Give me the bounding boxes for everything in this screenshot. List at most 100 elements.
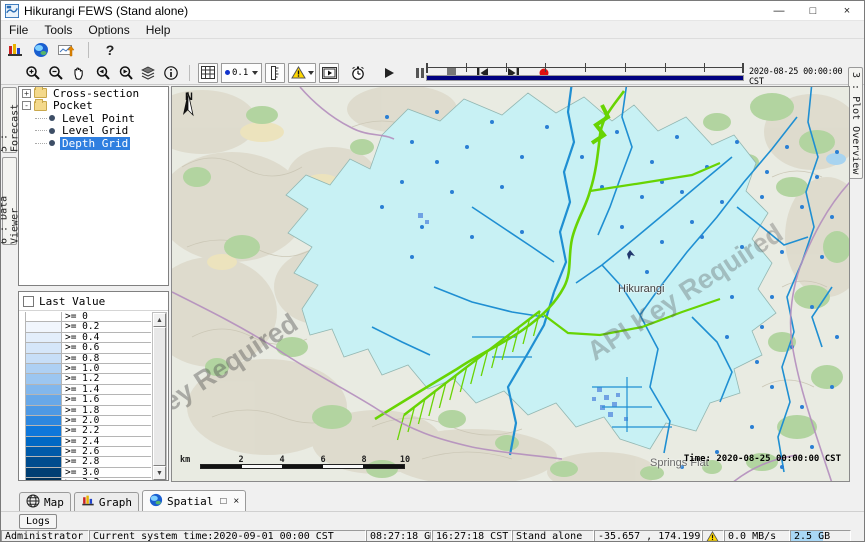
timeline-tick [704, 63, 705, 72]
classbreak-dot-icon [225, 70, 230, 75]
legend-color-swatch [26, 447, 62, 456]
map-graphics [172, 87, 850, 482]
last-value-checkbox[interactable] [23, 296, 34, 307]
maximize-button[interactable]: □ [796, 1, 830, 20]
status-download-rate: 0.0 MB/s [724, 530, 790, 542]
minimize-button[interactable]: — [762, 1, 796, 20]
timeline-tick [625, 63, 626, 72]
play-button[interactable] [379, 63, 399, 83]
legend-color-swatch [26, 406, 62, 415]
database-chart-icon[interactable] [5, 40, 25, 60]
timeline-end-cap [426, 63, 428, 73]
timeline-slider[interactable] [426, 63, 744, 83]
status-coordinates: -35.657 , 174.199 [594, 530, 702, 542]
timeline-range-bar[interactable] [426, 75, 744, 81]
scalebar-toggle-button[interactable] [265, 63, 285, 83]
menu-help[interactable]: Help [138, 23, 179, 37]
legend-label: >= 0 [62, 312, 88, 321]
sidebar-tab-plot-overview[interactable]: 3 : Plot Overview [848, 67, 863, 179]
scrollbar-thumb[interactable] [153, 327, 166, 466]
zoom-previous-button[interactable] [92, 63, 112, 83]
status-text: 16:27:18 CST [436, 531, 508, 542]
timeline-rail[interactable] [426, 63, 744, 73]
tree-item-cross-section[interactable]: +Cross-section [19, 87, 168, 100]
status-text: 08:27:18 GMT [370, 531, 432, 542]
folder-icon [34, 101, 47, 111]
menu-tools[interactable]: Tools [36, 23, 80, 37]
map-canvas[interactable]: API Key Required API Key Required N Hiku… [171, 86, 850, 482]
tree-connector [35, 143, 47, 144]
main-toolbar: ? [1, 39, 864, 61]
status-text: Administrator [5, 531, 83, 542]
tree-item-label: Level Point [60, 112, 137, 125]
layers-icon[interactable] [138, 63, 158, 83]
sidebar-tab-forecast[interactable]: 5 : Forecast [2, 87, 17, 153]
legend-label: >= 0.4 [62, 333, 99, 342]
warning-threshold-dropdown[interactable] [288, 63, 316, 83]
wireframe-globe-icon [26, 494, 40, 511]
status-text: -35.657 , 174.199 [598, 531, 700, 542]
globe-icon [149, 493, 163, 510]
timeline-end-cap [742, 63, 744, 73]
status-gmt-time: 08:27:18 GMT [366, 530, 432, 542]
zoom-in-button[interactable] [23, 63, 43, 83]
tree-item-level-grid[interactable]: Level Grid [19, 125, 168, 138]
legend-label: >= 1.8 [62, 406, 99, 415]
panel-close-icon[interactable]: × [233, 496, 239, 507]
legend-label: >= 0.2 [62, 322, 99, 331]
tree-expander-icon[interactable]: - [22, 101, 31, 110]
legend-label: >= 0.8 [62, 354, 99, 363]
view-tab-label: Spatial [167, 495, 213, 508]
grid-display-button[interactable] [198, 63, 218, 83]
menu-file[interactable]: File [1, 23, 36, 37]
legend-color-swatch [26, 333, 62, 342]
logs-button[interactable]: Logs [19, 514, 57, 529]
legend-label: >= 1.0 [62, 364, 99, 373]
scroll-up-icon[interactable] [153, 313, 166, 327]
menu-bar: FileToolsOptionsHelp [1, 21, 864, 39]
view-tab-label: Graph [99, 496, 132, 509]
pan-hand-icon[interactable] [69, 63, 89, 83]
toolbar-separator [88, 42, 89, 58]
view-tabs: Map Graph Spatial □ × [1, 487, 864, 511]
status-local-time: 16:27:18 CST [432, 530, 512, 542]
legend-color-swatch [26, 343, 62, 352]
classbreaks-dropdown[interactable]: 0.1 [221, 63, 262, 83]
sidebar-tab-data-viewer[interactable]: 6 : Data Viewer [2, 157, 17, 245]
zoom-next-button[interactable] [115, 63, 135, 83]
toolbar-separator [189, 65, 190, 81]
globe-icon[interactable] [31, 40, 51, 60]
close-button[interactable]: × [830, 1, 864, 20]
view-tab-spatial[interactable]: Spatial □ × [142, 490, 246, 511]
menu-options[interactable]: Options [80, 23, 137, 37]
window-title: Hikurangi FEWS (Stand alone) [24, 4, 188, 18]
timeline-tick [466, 63, 467, 72]
timer-icon[interactable] [348, 63, 368, 83]
bullet-icon [49, 140, 55, 146]
last-value-label: Last Value [39, 295, 105, 308]
legend-color-swatch [26, 457, 62, 466]
legend-label: >= 1.6 [62, 395, 99, 404]
folder-icon [34, 88, 47, 98]
info-button[interactable] [161, 63, 181, 83]
legend-row: >= 3.2 [26, 478, 151, 481]
panel-maximize-icon[interactable]: □ [220, 496, 226, 507]
legend-label: >= 2.2 [62, 426, 99, 435]
zoom-out-button[interactable] [46, 63, 66, 83]
legend-color-swatch [26, 322, 62, 331]
scroll-down-icon[interactable] [153, 466, 166, 480]
tree-item-depth-grid[interactable]: Depth Grid [19, 137, 168, 150]
help-button[interactable]: ? [100, 40, 120, 60]
profile-chart-icon[interactable] [57, 40, 77, 60]
legend-scrollbar[interactable] [152, 312, 167, 481]
tree-item-pocket[interactable]: -Pocket [19, 100, 168, 113]
tree-item-level-point[interactable]: Level Point [19, 112, 168, 125]
app-window: Hikurangi FEWS (Stand alone) — □ × FileT… [0, 0, 865, 542]
legend-color-swatch [26, 374, 62, 383]
legend-label: >= 1.4 [62, 385, 99, 394]
tree-expander-icon[interactable]: + [22, 89, 31, 98]
view-tab-map[interactable]: Map [19, 492, 71, 511]
view-tab-graph[interactable]: Graph [74, 492, 139, 511]
animation-button[interactable] [319, 63, 339, 83]
legend-label: >= 0.6 [62, 343, 99, 352]
